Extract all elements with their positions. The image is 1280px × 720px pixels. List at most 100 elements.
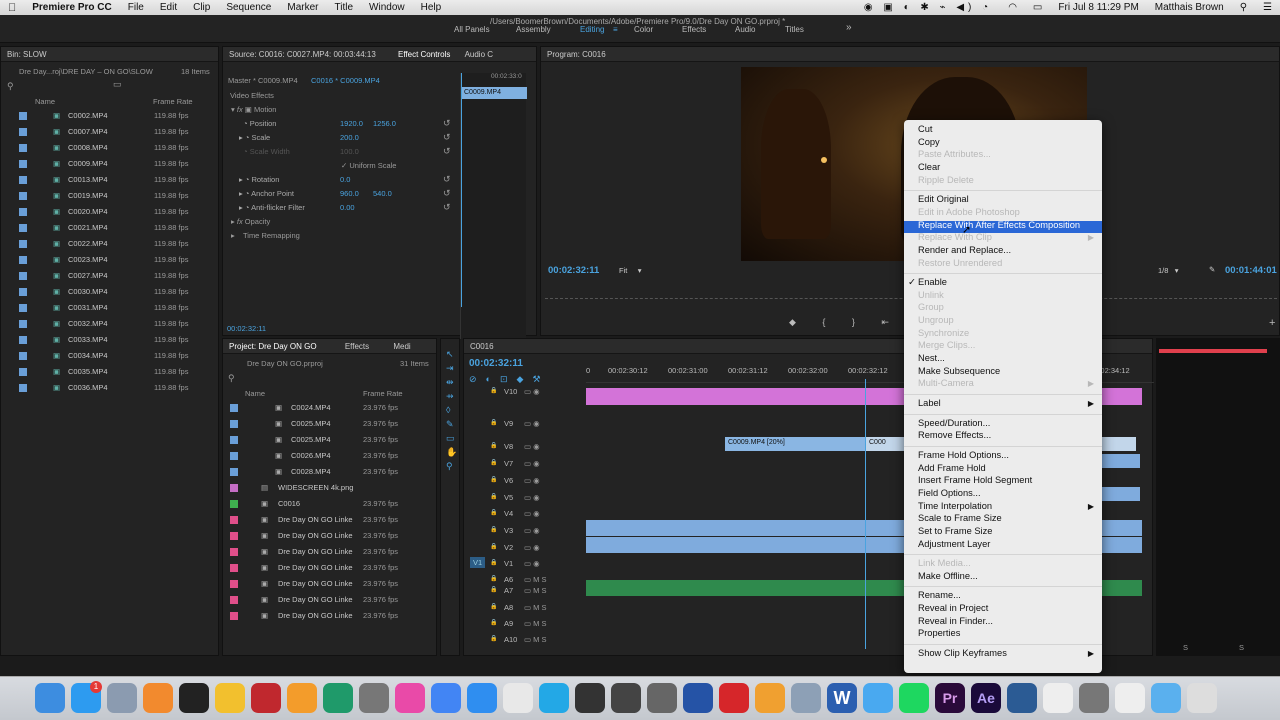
property-value-2[interactable]: 1256.0: [373, 119, 396, 128]
bin-col-rate[interactable]: Frame Rate: [153, 97, 193, 106]
itunes-icon[interactable]: [395, 683, 425, 713]
menu-item-properties[interactable]: Properties: [918, 628, 960, 638]
project-item-name[interactable]: Dre Day ON GO Linke: [278, 515, 353, 524]
lock-icon[interactable]: 🔒: [490, 442, 497, 449]
track-label[interactable]: A7: [504, 586, 513, 595]
property-row[interactable]: ▸ ◔ Rotation: [239, 175, 279, 184]
menu-item-scale-to-frame-size[interactable]: Scale to Frame Size: [918, 513, 1002, 523]
meter-solo-left[interactable]: S: [1183, 643, 1188, 652]
opacity-effect[interactable]: ▸ fx Opacity: [231, 217, 270, 226]
dashboard-icon[interactable]: [179, 683, 209, 713]
menu-window[interactable]: Window: [361, 2, 413, 13]
menu-item-nest[interactable]: Nest...: [918, 353, 945, 363]
aperture-icon[interactable]: [647, 683, 677, 713]
mute-solo-icons[interactable]: ▭ M S: [524, 586, 547, 595]
lock-icon[interactable]: 🔒: [490, 419, 497, 426]
reset-icon[interactable]: ↺: [443, 202, 451, 213]
track-label[interactable]: V2: [504, 543, 513, 552]
motion-effect[interactable]: ▾ fx ▣ Motion: [231, 105, 276, 114]
track-label[interactable]: V6: [504, 476, 513, 485]
finder-icon[interactable]: [35, 683, 65, 713]
user-name[interactable]: Matthais Brown: [1147, 2, 1232, 13]
track-label[interactable]: A9: [504, 619, 513, 628]
timeline-playhead[interactable]: [865, 379, 866, 649]
spark-icon[interactable]: [755, 683, 785, 713]
bin-item-name[interactable]: C0031.MP4: [68, 303, 108, 312]
tab-all-panels[interactable]: All Panels: [454, 25, 490, 34]
lock-icon[interactable]: 🔒: [490, 459, 497, 466]
eye-icon[interactable]: ▭ ◉: [524, 459, 540, 468]
spotlight-icon[interactable]: ⚲: [1232, 2, 1255, 13]
menu-clip[interactable]: Clip: [185, 2, 218, 13]
menu-file[interactable]: File: [120, 2, 152, 13]
track-label[interactable]: V7: [504, 459, 513, 468]
tab-audio-clip[interactable]: Audio C: [465, 50, 493, 59]
clip-c0009[interactable]: C0009.MP4 [20%]: [725, 437, 865, 451]
messages-icon[interactable]: [863, 683, 893, 713]
bin-item-name[interactable]: C0033.MP4: [68, 335, 108, 344]
fit-select[interactable]: Fit ▾: [619, 266, 642, 275]
bin-item-name[interactable]: C0035.MP4: [68, 367, 108, 376]
project-item-name[interactable]: C0016: [278, 499, 300, 508]
eye-icon[interactable]: ▭ ◉: [524, 543, 540, 552]
reset-icon[interactable]: ↺: [443, 118, 451, 129]
search-icon[interactable]: ⚲: [7, 81, 14, 92]
wifi-icon[interactable]: ◠: [1000, 2, 1025, 13]
project-item-name[interactable]: Dre Day ON GO Linke: [278, 611, 353, 620]
menu-item-enable[interactable]: Enable: [918, 277, 947, 287]
safari-icon[interactable]: [467, 683, 497, 713]
project-item-name[interactable]: WIDESCREEN 4k.png: [278, 483, 353, 492]
launchpad-icon[interactable]: [143, 683, 173, 713]
menu-marker[interactable]: Marker: [279, 2, 326, 13]
menu-title[interactable]: Title: [327, 2, 362, 13]
stage-icon[interactable]: [683, 683, 713, 713]
eye-icon[interactable]: ▭ ◉: [524, 509, 540, 518]
timeline-timecode[interactable]: 00:02:32:11: [469, 358, 523, 369]
final-cut-icon[interactable]: [611, 683, 641, 713]
add-button-icon[interactable]: +: [1269, 317, 1275, 329]
property-row[interactable]: ◔ Position: [239, 119, 276, 128]
property-row[interactable]: ◔ Scale Width: [239, 147, 290, 156]
effects-timecode[interactable]: 00:02:32:11: [227, 324, 266, 333]
chrome-icon[interactable]: [431, 683, 461, 713]
project-item-name[interactable]: Dre Day ON GO Linke: [278, 531, 353, 540]
menu-item-copy[interactable]: Copy: [918, 137, 940, 147]
creative-cloud-icon[interactable]: [719, 683, 749, 713]
lock-icon[interactable]: 🔒: [490, 635, 497, 642]
editing-menu-icon[interactable]: ≡: [613, 25, 618, 34]
uniform-scale-checkbox[interactable]: ✓ Uniform Scale: [341, 161, 396, 170]
track-label[interactable]: V9: [504, 419, 513, 428]
menu-item-field-options[interactable]: Field Options...: [918, 488, 981, 498]
eye-icon[interactable]: ▭ ◉: [524, 493, 540, 502]
property-value[interactable]: 960.0: [340, 189, 359, 198]
spotify-icon[interactable]: [899, 683, 929, 713]
photo-booth-icon[interactable]: [251, 683, 281, 713]
program-title[interactable]: Program: C0016: [541, 47, 1279, 62]
track-label[interactable]: V5: [504, 493, 513, 502]
mini-timeline[interactable]: 00:02:33:0 C0009.MP4: [460, 73, 527, 339]
tab-effects-browser[interactable]: Effects: [345, 342, 369, 351]
menu-help[interactable]: Help: [413, 2, 450, 13]
status-icons[interactable]: ◉ ▣ ◐ ✱ ⌁ ◀) ◔: [856, 2, 1000, 13]
menu-edit[interactable]: Edit: [152, 2, 185, 13]
more-workspaces-icon[interactable]: »: [846, 22, 852, 33]
lock-icon[interactable]: 🔒: [490, 526, 497, 533]
help2-icon[interactable]: [1115, 683, 1145, 713]
reset-icon[interactable]: ↺: [443, 188, 451, 199]
tab-media[interactable]: Medi: [393, 342, 410, 351]
mail-icon[interactable]: [791, 683, 821, 713]
tab-effects[interactable]: Effects: [682, 25, 706, 34]
menu-item-render-and-replace[interactable]: Render and Replace...: [918, 245, 1011, 255]
menu-item-cut[interactable]: Cut: [918, 124, 932, 134]
lock-icon[interactable]: 🔒: [490, 619, 497, 626]
project-item-name[interactable]: C0028.MP4: [291, 467, 331, 476]
menu-item-label[interactable]: Label: [918, 398, 941, 408]
property-value[interactable]: 200.0: [340, 133, 359, 142]
project-item-name[interactable]: Dre Day ON GO Linke: [278, 595, 353, 604]
tab-editing[interactable]: Editing: [580, 25, 604, 34]
project-col-rate[interactable]: Frame Rate: [363, 389, 403, 398]
reset-icon[interactable]: ↺: [443, 132, 451, 143]
project-item-name[interactable]: C0025.MP4: [291, 435, 331, 444]
sequence-clip[interactable]: C0016 * C0009.MP4: [311, 76, 380, 85]
bin-col-name[interactable]: Name: [35, 97, 55, 106]
